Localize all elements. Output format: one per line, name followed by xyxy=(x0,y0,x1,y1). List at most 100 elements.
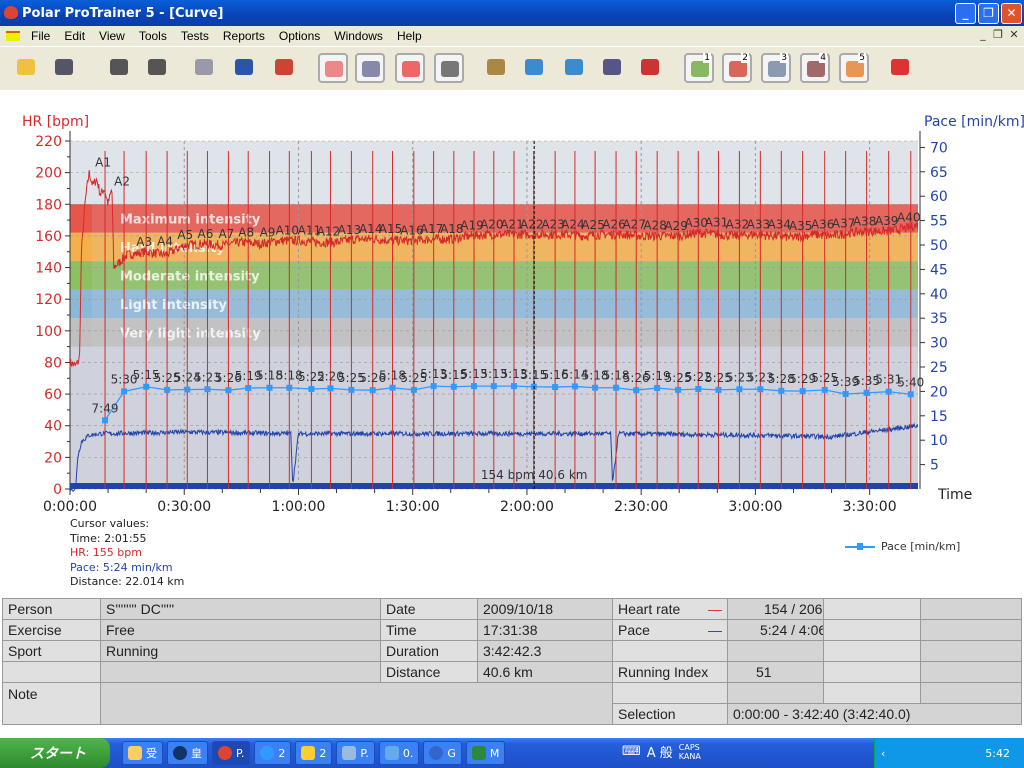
x-tick-label: 2:30:00 xyxy=(614,499,668,515)
diary-icon[interactable] xyxy=(230,53,260,83)
sync-icon[interactable] xyxy=(105,53,135,83)
save-glyph xyxy=(55,59,73,75)
pace-point xyxy=(490,383,497,390)
view-number: 2 xyxy=(741,53,749,63)
pace-point xyxy=(410,386,417,393)
note-value[interactable] xyxy=(100,682,613,725)
lap-label: A40 xyxy=(897,210,920,224)
keyboard-icon[interactable]: ⌨ xyxy=(622,744,641,759)
y-tick-label: 120 xyxy=(35,292,62,308)
menu-tests[interactable]: Tests xyxy=(174,29,216,43)
mdi-restore-button[interactable]: ❐ xyxy=(990,28,1006,41)
compare-icon[interactable] xyxy=(598,53,628,83)
table-view-icon[interactable] xyxy=(434,53,464,83)
open-folder-icon[interactable] xyxy=(12,53,42,83)
save-icon[interactable] xyxy=(50,53,80,83)
document-icon[interactable] xyxy=(6,31,20,41)
zoom-1-1-icon[interactable] xyxy=(482,53,512,83)
taskbar-item[interactable]: G xyxy=(423,741,462,765)
pace-point xyxy=(184,386,191,393)
pace-point xyxy=(675,386,682,393)
series-select-icon[interactable] xyxy=(636,53,666,83)
y-tick-label: 220 xyxy=(35,134,62,150)
lap-label: A7 xyxy=(218,227,234,241)
start-button[interactable]: スタート xyxy=(0,738,110,768)
taskbar-item-polar[interactable]: P. xyxy=(212,741,251,765)
taskbar-item[interactable]: 皇 xyxy=(167,741,208,765)
taskbar-item[interactable]: 2 xyxy=(254,741,292,765)
ime-bar[interactable]: ⌨ A 般 CAPS KANA xyxy=(622,742,701,762)
task-label: P. xyxy=(360,746,369,760)
view-3-icon[interactable]: 3 xyxy=(761,53,791,83)
curve-view-icon[interactable] xyxy=(318,53,348,83)
app-icon xyxy=(173,746,187,760)
close-button[interactable]: ✕ xyxy=(1001,3,1022,24)
person-info-icon[interactable] xyxy=(270,53,300,83)
menu-file[interactable]: File xyxy=(24,29,57,43)
y-tick-label: 200 xyxy=(35,166,62,182)
person-info-glyph xyxy=(275,59,293,75)
menu-reports[interactable]: Reports xyxy=(216,29,272,43)
taskbar-item[interactable]: 0. xyxy=(378,741,420,765)
view-number: 3 xyxy=(780,53,788,63)
pace-point xyxy=(327,385,334,392)
excel-icon xyxy=(471,746,486,760)
bar-view-icon[interactable] xyxy=(355,53,385,83)
kana-label: KANA xyxy=(678,751,701,761)
view-1-icon[interactable]: 1 xyxy=(684,53,714,83)
pace-point xyxy=(369,387,376,394)
minimize-button[interactable]: _ xyxy=(955,3,976,24)
menu-view[interactable]: View xyxy=(92,29,132,43)
restore-button[interactable]: ❐ xyxy=(978,3,999,24)
cursor-pace: Pace: 5:24 min/km xyxy=(70,560,173,574)
google-icon xyxy=(429,746,444,760)
y2-tick-label: 10 xyxy=(930,433,948,449)
view-1-glyph xyxy=(691,61,709,77)
menu-edit[interactable]: Edit xyxy=(57,29,92,43)
pace-point xyxy=(471,383,478,390)
series-select-glyph xyxy=(641,59,659,75)
lap-label: A2 xyxy=(114,175,130,189)
lap-label: A1 xyxy=(95,156,111,170)
menu-help[interactable]: Help xyxy=(390,29,429,43)
empty-cell xyxy=(612,682,728,704)
y2-axis-title: Pace [min/km] xyxy=(924,114,1024,130)
menu-windows[interactable]: Windows xyxy=(327,29,390,43)
sync-glyph xyxy=(110,59,128,75)
pace-point xyxy=(286,384,293,391)
menu-options[interactable]: Options xyxy=(272,29,327,43)
task-label: 2 xyxy=(319,746,327,760)
info-curve-icon[interactable] xyxy=(520,53,550,83)
taskbar-item[interactable]: M xyxy=(465,741,506,765)
lap-label: A22 xyxy=(520,217,543,231)
mdi-minimize-button[interactable]: _ xyxy=(975,28,991,41)
date-label: Date xyxy=(380,598,478,620)
open-folder-glyph xyxy=(17,59,35,75)
menu-tools[interactable]: Tools xyxy=(132,29,174,43)
taskbar-item[interactable]: P. xyxy=(336,741,375,765)
mdi-close-button[interactable]: ✕ xyxy=(1006,28,1022,41)
pace-point xyxy=(552,384,559,391)
ime-mode[interactable]: A 般 xyxy=(647,742,673,761)
pace-point xyxy=(885,388,892,395)
view-5-icon[interactable]: 5 xyxy=(839,53,869,83)
settings-icon[interactable] xyxy=(143,53,173,83)
zones-percent-icon[interactable] xyxy=(395,53,425,83)
taskbar-item[interactable]: 2 xyxy=(295,741,333,765)
view-4-icon[interactable]: 4 xyxy=(800,53,830,83)
app-icon xyxy=(128,746,142,760)
exercise-label: Exercise xyxy=(2,619,101,641)
view-2-icon[interactable]: 2 xyxy=(722,53,752,83)
tray-expand-icon[interactable]: ‹ xyxy=(875,747,885,760)
pace-point xyxy=(389,384,396,391)
settings-glyph xyxy=(148,59,166,75)
zone-label: Moderate intensity xyxy=(120,269,260,284)
users-icon[interactable] xyxy=(886,53,916,83)
app-heart-icon xyxy=(4,6,18,19)
info-lap-icon[interactable] xyxy=(560,53,590,83)
zones-percent-glyph xyxy=(402,61,420,77)
calendar-icon[interactable] xyxy=(190,53,220,83)
taskbar-item[interactable]: 受 xyxy=(122,741,163,765)
pace-point xyxy=(799,388,806,395)
empty-cell xyxy=(823,619,921,641)
